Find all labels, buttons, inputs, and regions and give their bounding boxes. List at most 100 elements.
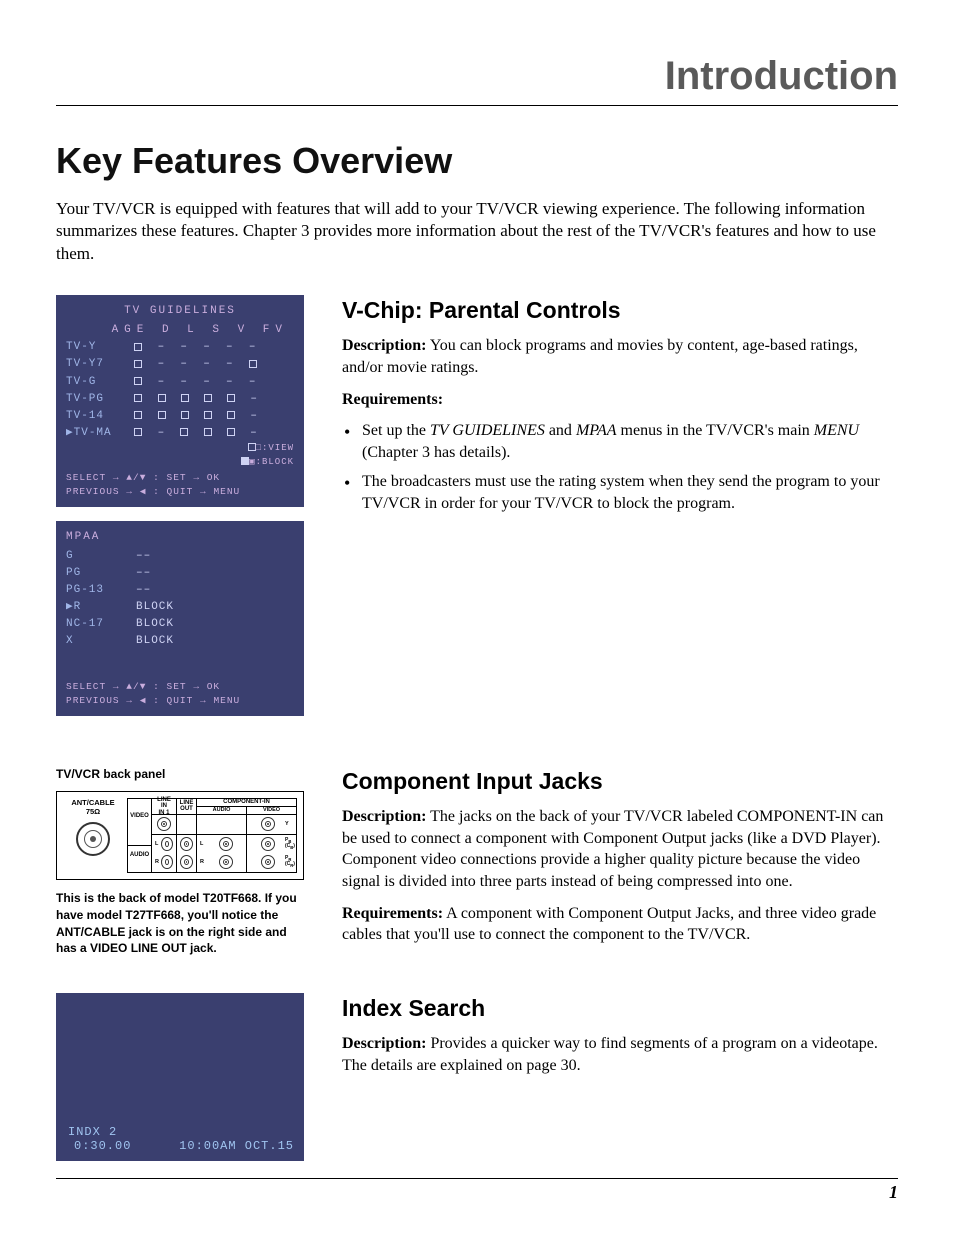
row-label: VIDEO [128, 810, 151, 822]
osd-row: PG-13–– [66, 582, 294, 599]
col-header: LINEOUT [177, 799, 196, 815]
rca-jack-icon [180, 855, 193, 869]
legend-text: ▣:BLOCK [249, 457, 294, 467]
rating-label: NC-17 [66, 616, 136, 633]
rating-label: TV-Y7 [66, 358, 104, 370]
osd-title: MPAA [66, 529, 294, 546]
text: and [545, 422, 576, 439]
legend-view: □:VIEW [66, 442, 294, 456]
osd-footer: PREVIOUS → ◀ : QUIT → MENU [66, 486, 294, 499]
index-heading: Index Search [342, 993, 898, 1024]
rating-label: TV-PG [66, 393, 104, 405]
osd-row: TV-Y – – – – – [66, 339, 294, 356]
vchip-description: Description: You can block programs and … [342, 335, 898, 378]
menu-name: MPAA [576, 422, 617, 439]
osd-row: PG–– [66, 565, 294, 582]
rca-jack-icon [219, 855, 233, 869]
osd-row: XBLOCK [66, 633, 294, 650]
rating-label: X [66, 633, 136, 650]
section-header: Introduction [56, 54, 898, 99]
rating-label: ▶TV-MA [66, 427, 112, 439]
osd-footer: PREVIOUS → ◀ : QUIT → MENU [66, 695, 294, 708]
legend-block: ▣:BLOCK [66, 456, 294, 470]
ant-ohm: 75Ω [63, 807, 123, 816]
rca-jack-icon [180, 837, 193, 851]
rating-label: PG [66, 565, 136, 582]
osd-row: ▶RBLOCK [66, 599, 294, 616]
jack-label: R [200, 859, 208, 865]
col-header: COMPONENT-IN [197, 799, 296, 807]
ant-label: ANT/CABLE [63, 798, 123, 807]
text: menus in the TV/VCR's main [617, 422, 814, 439]
rating-label: TV-Y [66, 341, 96, 353]
index-datetime: 10:00AM OCT.15 [179, 1139, 294, 1153]
osd-row: TV-G – – – – – [66, 374, 294, 391]
tv-guidelines-osd: TV GUIDELINES AGE D L S V FV TV-Y – – – … [56, 295, 304, 507]
rating-value: BLOCK [136, 618, 174, 630]
rating-value: –– [136, 567, 151, 579]
page-number: 1 [889, 1182, 898, 1203]
text: Set up the [362, 422, 430, 439]
rating-value: BLOCK [136, 601, 174, 613]
desc-label: Description: [342, 808, 426, 825]
jack-label: PB(CB) [285, 838, 293, 850]
index-osd: INDX 2 0:30.00 10:00AM OCT.15 [56, 993, 304, 1161]
footer-rule [56, 1178, 898, 1179]
index-number: INDX 2 [68, 1125, 117, 1139]
osd-row: TV-PG – [66, 391, 294, 408]
rca-jack-icon [161, 837, 173, 851]
osd-row: TV-Y7 – – – – [66, 356, 294, 373]
rca-jack-icon [161, 855, 173, 869]
req-label: Requirements: [342, 905, 443, 922]
osd-row: G–– [66, 548, 294, 565]
rating-label: TV-14 [66, 410, 104, 422]
col-header: LINE ININ 1 [152, 799, 176, 815]
intro-paragraph: Your TV/VCR is equipped with features th… [56, 198, 876, 265]
component-heading: Component Input Jacks [342, 766, 898, 797]
index-time: 0:30.00 [74, 1139, 131, 1153]
req-label: Requirements: [342, 391, 443, 408]
menu-name: MENU [814, 422, 859, 439]
osd-footer: SELECT → ▲/▼ : SET → OK [66, 681, 294, 694]
component-requirements: Requirements: A component with Component… [342, 903, 898, 946]
rating-value: –– [136, 584, 151, 596]
col-sub: VIDEO [247, 807, 296, 814]
rca-jack-icon [261, 817, 275, 831]
rca-jack-icon [157, 817, 171, 831]
page-title: Key Features Overview [56, 140, 898, 182]
rca-jack-icon [261, 855, 275, 869]
jack-label: Y [285, 821, 293, 827]
row-label: AUDIO [128, 845, 151, 861]
rca-jack-icon [219, 837, 233, 851]
component-description: Description: The jacks on the back of yo… [342, 806, 898, 892]
requirement-item: The broadcasters must use the rating sys… [362, 471, 898, 514]
coax-jack-icon [76, 822, 110, 856]
legend-text: □:VIEW [256, 443, 294, 453]
rating-label: ▶R [66, 599, 136, 616]
osd-columns: AGE D L S V FV [66, 322, 294, 339]
header-rule [56, 105, 898, 106]
jack-label: PR(CR) [285, 856, 293, 868]
vchip-heading: V-Chip: Parental Controls [342, 295, 898, 326]
desc-label: Description: [342, 337, 426, 354]
rating-label: PG-13 [66, 582, 136, 599]
mpaa-osd: MPAA G–– PG–– PG-13–– ▶RBLOCK NC-17BLOCK… [56, 521, 304, 716]
jack-label: L [200, 841, 208, 847]
rating-value: –– [136, 550, 151, 562]
backpanel-title: TV/VCR back panel [56, 766, 304, 783]
osd-row: TV-14 – [66, 408, 294, 425]
backpanel-diagram: ANT/CABLE 75Ω VIDEO AUDIO LINE ININ 1 [56, 791, 304, 880]
osd-row: ▶TV-MA – – [66, 425, 294, 442]
rating-value: BLOCK [136, 635, 174, 647]
text: (Chapter 3 has details). [362, 444, 510, 461]
rating-label: TV-G [66, 376, 96, 388]
backpanel-note: This is the back of model T20TF668. If y… [56, 890, 304, 957]
rca-jack-icon [261, 837, 275, 851]
col-sub: AUDIO [197, 807, 247, 814]
index-description: Description: Provides a quicker way to f… [342, 1033, 898, 1076]
rating-label: G [66, 548, 136, 565]
osd-title: TV GUIDELINES [66, 303, 294, 320]
desc-label: Description: [342, 1035, 426, 1052]
menu-name: TV GUIDELINES [430, 422, 545, 439]
osd-row: NC-17BLOCK [66, 616, 294, 633]
